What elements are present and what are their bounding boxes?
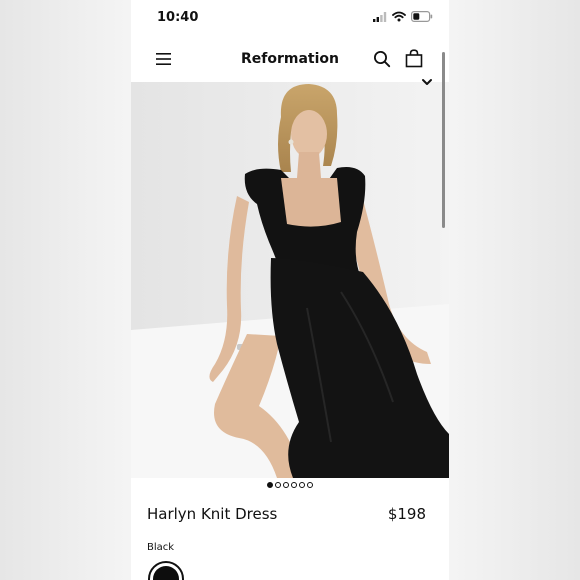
wifi-icon [392,11,406,22]
top-nav: Reformation [131,40,449,80]
scrollbar-thumb[interactable] [442,52,445,228]
battery-icon [411,11,433,22]
pagination-dot[interactable] [267,482,273,488]
chevron-down-icon[interactable] [421,78,433,86]
pagination-dot[interactable] [291,482,297,488]
pagination-dot[interactable] [275,482,281,488]
pagination-dot[interactable] [307,482,313,488]
status-time: 10:40 [157,10,199,25]
shopping-bag-icon[interactable] [405,49,423,68]
product-hero-image[interactable] [131,82,449,478]
status-icons [373,11,433,22]
brand-title[interactable]: Reformation [131,51,449,67]
image-pagination-dots [131,482,449,488]
product-name: Harlyn Knit Dress [147,505,278,523]
pagination-dot[interactable] [299,482,305,488]
cellular-signal-icon [373,11,387,22]
phone-screen: 10:40 Reformation Harlyn Knit Dress $198… [131,0,449,580]
color-swatch-black[interactable] [148,561,184,580]
product-photo [131,82,449,478]
search-icon[interactable] [373,50,391,68]
color-swatch-fill [153,566,179,580]
product-price: $198 [387,505,426,523]
status-bar: 10:40 [131,0,449,36]
color-label: Black [147,542,175,553]
pagination-dot[interactable] [283,482,289,488]
